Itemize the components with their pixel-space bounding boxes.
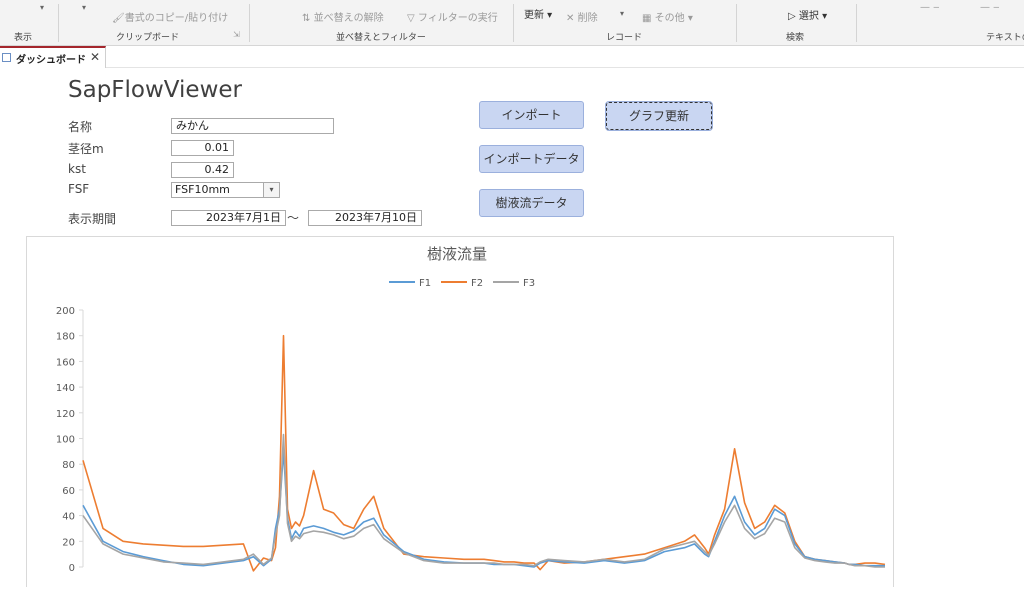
name-field[interactable]: みかん (171, 118, 334, 134)
clipboard-group-label: クリップボード (116, 33, 180, 43)
clear-sort-button[interactable]: ⇅ 並べ替えの解除 (302, 9, 384, 24)
chart-legend: F1 F2 F3 (389, 278, 535, 289)
run-filter-button[interactable]: ▽ フィルターの実行 (407, 9, 498, 24)
dashboard-form: SapFlowViewer 名称 みかん 茎径m 0.01 kst 0.42 F… (0, 68, 1024, 587)
document-tab-bar: ダッシュボード ✕ (0, 46, 1024, 68)
cursor-icon: ▷ (788, 11, 796, 22)
y-tick-label: 20 (62, 537, 75, 548)
name-label: 名称 (68, 120, 93, 134)
format-painter-icon: 🖌 (112, 13, 125, 24)
sort-filter-group-label: 並べ替えとフィルター (336, 33, 426, 43)
chevron-down-icon: ▾ (544, 10, 553, 21)
minus-icon[interactable]: — ‒ (920, 2, 940, 13)
chart-svg: 樹液流量 F1 F2 F3 0 20 40 60 80 100 120 140 160 180 200 (56, 245, 886, 574)
import-data-button[interactable]: インポートデータ (479, 145, 584, 173)
tab-label: ダッシュボード (16, 55, 86, 66)
close-icon[interactable]: ✕ (90, 50, 100, 64)
series-line-f1 (82, 450, 885, 568)
y-tick-label: 40 (62, 512, 75, 523)
legend-label-f1: F1 (419, 278, 431, 289)
ribbon-separator (249, 4, 250, 42)
clipboard-launcher-icon[interactable]: ⇲ (233, 30, 240, 39)
fsf-label: FSF (68, 182, 90, 196)
fsf-select-value: FSF10mm (175, 183, 230, 196)
legend-label-f3: F3 (523, 278, 535, 289)
chart-title: 樹液流量 (427, 245, 487, 263)
chart-y-axis: 0 20 40 60 80 100 120 140 160 180 200 (56, 306, 84, 574)
close-icon: ✕ (566, 13, 575, 24)
text-group-label: テキストの (986, 33, 1024, 43)
legend-label-f2: F2 (471, 278, 483, 289)
font-size-icon[interactable]: — ‒ (980, 2, 1000, 13)
chevron-down-icon[interactable]: ▾ (263, 183, 279, 197)
period-separator: ～ (287, 211, 300, 225)
y-tick-label: 200 (56, 306, 75, 317)
y-tick-label: 100 (56, 435, 75, 446)
y-tick-label: 180 (56, 332, 75, 343)
clear-sort-icon: ⇅ (302, 13, 311, 24)
y-tick-label: 160 (56, 357, 75, 368)
chart-series (82, 334, 886, 572)
ribbon-separator (58, 4, 59, 42)
view-chevron-icon[interactable]: ▾ (40, 3, 44, 12)
view-button-label[interactable]: 表示 (14, 30, 32, 43)
ribbon-separator (736, 4, 737, 42)
series-line-f2 (82, 334, 886, 572)
y-tick-label: 0 (69, 563, 75, 574)
select-button[interactable]: ▷ 選択 ▾ (788, 7, 827, 22)
ribbon-separator (513, 4, 514, 42)
period-end-field[interactable]: 2023年7月10日 (308, 210, 422, 226)
import-button[interactable]: インポート (479, 101, 584, 129)
delete-button[interactable]: ✕ 削除 (566, 9, 598, 24)
stem-diameter-field[interactable]: 0.01 (171, 140, 234, 156)
kst-field[interactable]: 0.42 (171, 162, 234, 178)
y-tick-label: 80 (62, 460, 75, 471)
sap-flow-chart: 樹液流量 F1 F2 F3 0 20 40 60 80 100 120 140 160 180 200 (26, 236, 894, 587)
sap-flow-data-button[interactable]: 樹液流データ (479, 189, 584, 217)
y-tick-label: 140 (56, 383, 75, 394)
more-button[interactable]: ▦ その他 ▾ (642, 9, 693, 24)
fsf-select[interactable]: FSF10mm ▾ (171, 182, 280, 198)
graph-update-button[interactable]: グラフ更新 (605, 101, 713, 131)
stem-label: 茎径m (68, 142, 104, 156)
period-label: 表示期間 (68, 212, 117, 226)
period-start-field[interactable]: 2023年7月1日 (171, 210, 286, 226)
y-tick-label: 60 (62, 486, 75, 497)
refresh-button[interactable]: 更新 ▾ (524, 6, 552, 21)
grid-icon: ▦ (642, 13, 652, 24)
find-group-label: 検索 (786, 33, 805, 43)
filter-icon: ▽ (407, 13, 415, 24)
page-title: SapFlowViewer (68, 77, 242, 103)
tab-dashboard[interactable]: ダッシュボード ✕ (0, 46, 106, 68)
paste-chevron-icon[interactable]: ▾ (82, 3, 86, 12)
delete-chevron-icon[interactable]: ▾ (620, 9, 624, 18)
ribbon: ▾ 表示 ▾ 🖌書式のコピー/貼り付け クリップボード ⇲ ⇅ 並べ替えの解除 … (0, 0, 1024, 46)
kst-label: kst (68, 162, 86, 176)
form-icon (2, 53, 11, 62)
y-tick-label: 120 (56, 409, 75, 420)
records-group-label: レコード (606, 33, 643, 43)
format-painter-button[interactable]: 🖌書式のコピー/貼り付け (112, 9, 228, 24)
ribbon-separator (856, 4, 857, 42)
